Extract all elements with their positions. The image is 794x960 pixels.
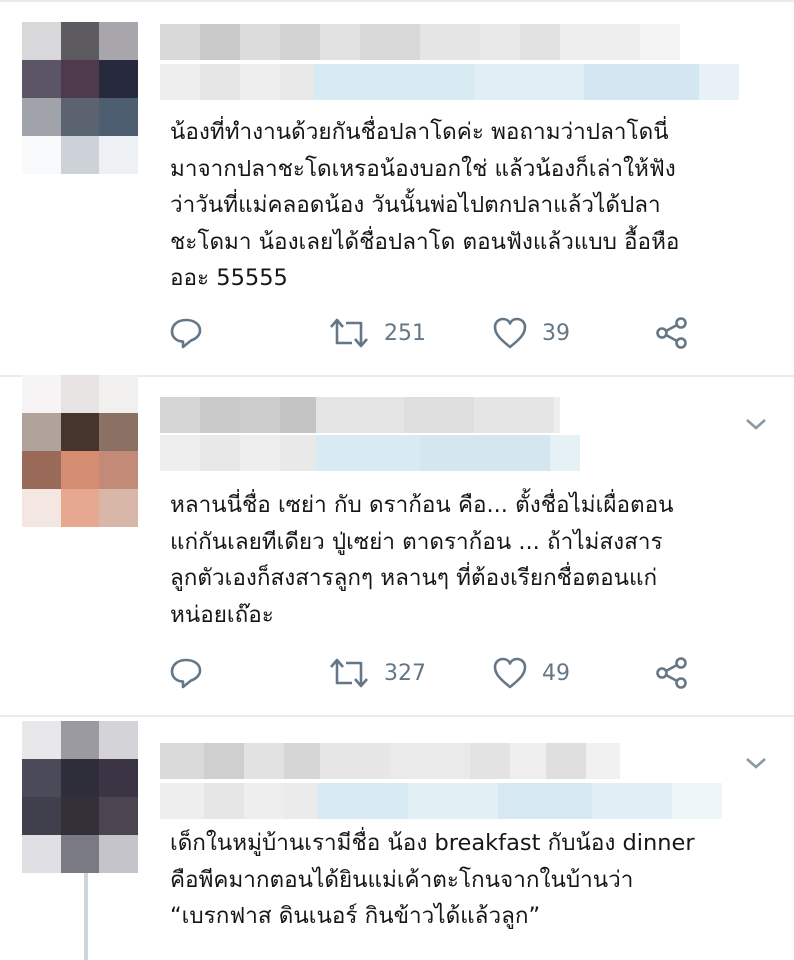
like-button[interactable]: 49	[492, 653, 570, 693]
share-button[interactable]	[654, 313, 690, 353]
user-name[interactable]	[160, 397, 560, 433]
reply-icon	[170, 658, 202, 689]
share-icon	[656, 657, 687, 689]
like-icon	[493, 317, 527, 349]
user-name[interactable]	[160, 24, 680, 60]
tweet-text: น้องที่ทำงานด้วยกันชื่อปลาโดค่ะ พอถามว่า…	[170, 119, 680, 291]
divider	[0, 715, 794, 717]
avatar[interactable]	[22, 721, 138, 873]
user-name[interactable]	[160, 743, 620, 779]
divider	[0, 0, 794, 2]
reply-button[interactable]	[168, 313, 204, 353]
thread-line	[84, 873, 88, 960]
retweet-count: 327	[384, 660, 426, 686]
tweet-text: หลานนี่ชื่อ เซย่า กับ ดราก้อน คือ... ตั้…	[170, 492, 674, 628]
tweet-2: หลานนี่ชื่อ เซย่า กับ ดราก้อน คือ... ตั้…	[0, 375, 794, 715]
chevron-down-icon	[746, 419, 766, 430]
retweet-count: 251	[384, 320, 426, 346]
tweet-actions: 251 39	[168, 313, 708, 353]
retweet-button[interactable]: 327	[328, 653, 426, 693]
avatar[interactable]	[22, 22, 138, 174]
like-icon	[493, 657, 527, 689]
reply-icon	[170, 318, 202, 349]
share-icon	[656, 317, 687, 349]
user-handle[interactable]	[160, 435, 580, 471]
share-button[interactable]	[654, 653, 690, 693]
tweet-text: เด็กในหมู่บ้านเรามีชื่อ น้อง breakfast ก…	[170, 830, 695, 929]
tweet-menu-button[interactable]	[744, 414, 768, 434]
tweet-3: เด็กในหมู่บ้านเรามีชื่อ น้อง breakfast ก…	[0, 715, 794, 960]
chevron-down-icon	[746, 758, 766, 769]
tweet-1: น้องที่ทำงานด้วยกันชื่อปลาโดค่ะ พอถามว่า…	[0, 0, 794, 370]
reply-button[interactable]	[168, 653, 204, 693]
tweet-actions: 327 49	[168, 653, 708, 693]
user-handle[interactable]	[160, 64, 739, 100]
retweet-button[interactable]: 251	[328, 313, 426, 353]
avatar[interactable]	[22, 375, 138, 527]
retweet-icon	[330, 658, 368, 688]
user-handle[interactable]	[160, 783, 722, 819]
like-button[interactable]: 39	[492, 313, 570, 353]
like-count: 39	[542, 320, 570, 346]
tweet-menu-button[interactable]	[744, 753, 768, 773]
like-count: 49	[542, 660, 570, 686]
retweet-icon	[330, 318, 368, 348]
